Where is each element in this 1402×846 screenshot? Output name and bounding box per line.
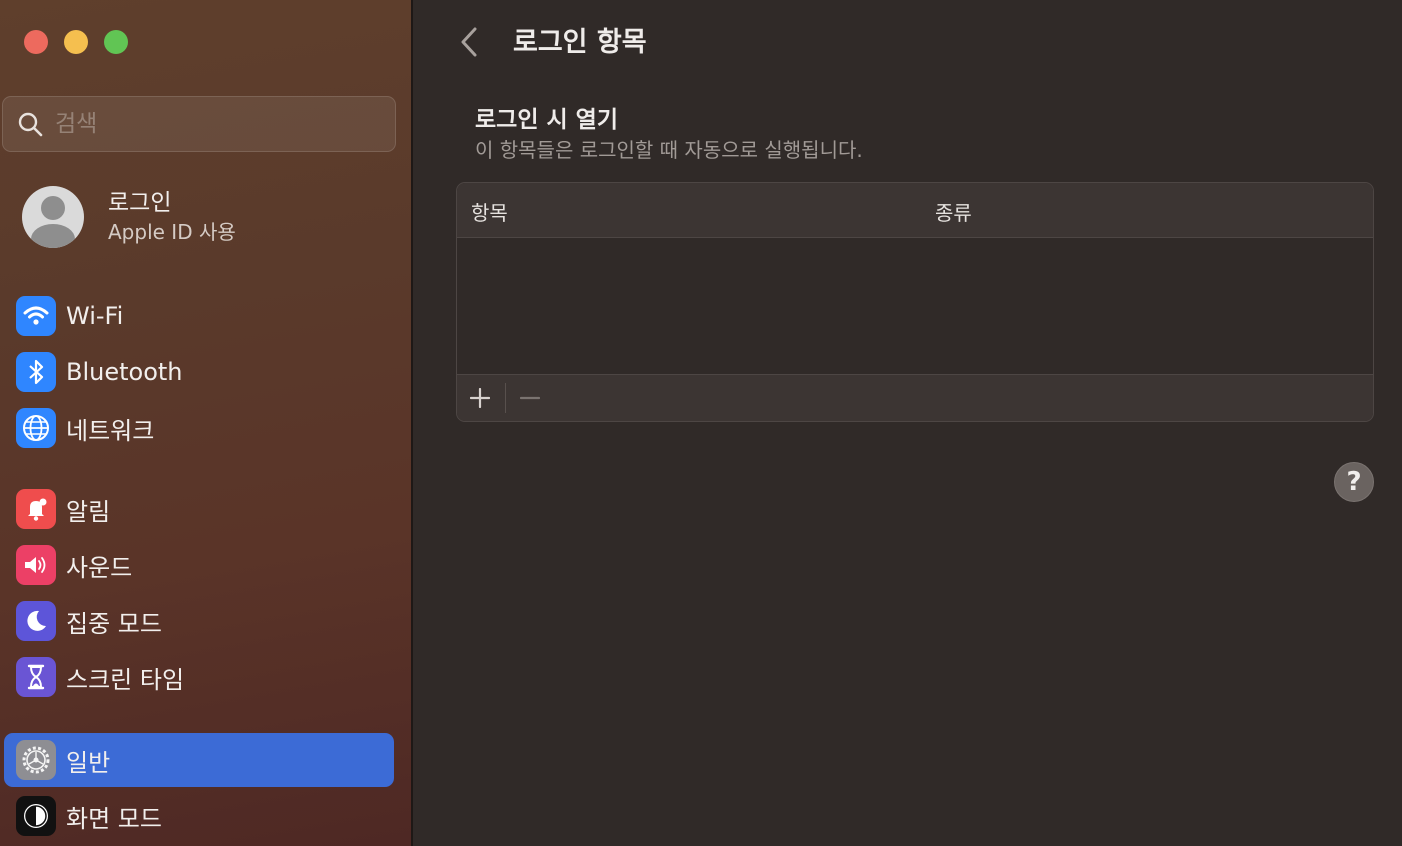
sidebar-item-screen-time[interactable]: 스크린 타임 bbox=[4, 650, 394, 704]
table-header: 항목 종류 bbox=[457, 183, 1373, 238]
sidebar-item-label: Bluetooth bbox=[66, 358, 183, 386]
moon-icon bbox=[16, 601, 56, 641]
sidebar-item-bluetooth[interactable]: Bluetooth bbox=[4, 345, 394, 399]
sidebar-item-label: 사운드 bbox=[66, 553, 133, 582]
section-description: 이 항목들은 로그인할 때 자동으로 실행됩니다. bbox=[475, 138, 863, 162]
chevron-left-icon bbox=[461, 27, 477, 57]
plus-icon bbox=[470, 388, 490, 408]
sidebar: 로그인 Apple ID 사용 Wi-Fi Bluetooth bbox=[0, 0, 413, 846]
search-input[interactable] bbox=[53, 110, 357, 138]
button-divider bbox=[505, 383, 506, 413]
search-field[interactable] bbox=[2, 96, 396, 152]
column-header-kind[interactable]: 종류 bbox=[935, 197, 972, 226]
page-title: 로그인 항목 bbox=[513, 27, 647, 58]
account-title: 로그인 bbox=[108, 190, 172, 216]
bluetooth-icon bbox=[16, 352, 56, 392]
column-header-item[interactable]: 항목 bbox=[471, 197, 508, 226]
login-items-table: 항목 종류 bbox=[456, 182, 1374, 422]
sidebar-item-label: 알림 bbox=[66, 497, 111, 526]
account-subtitle: Apple ID 사용 bbox=[108, 220, 236, 244]
sidebar-item-network[interactable]: 네트워크 bbox=[4, 401, 394, 455]
apple-id-account[interactable]: 로그인 Apple ID 사용 bbox=[22, 186, 236, 248]
globe-icon bbox=[16, 408, 56, 448]
section-title: 로그인 시 열기 bbox=[475, 107, 618, 133]
sidebar-item-label: Wi-Fi bbox=[66, 302, 124, 330]
speaker-icon bbox=[16, 545, 56, 585]
sidebar-item-label: 일반 bbox=[66, 748, 111, 777]
bell-icon bbox=[16, 489, 56, 529]
minimize-window-button[interactable] bbox=[64, 30, 88, 54]
sidebar-item-focus[interactable]: 집중 모드 bbox=[4, 594, 394, 648]
help-button[interactable]: ? bbox=[1334, 462, 1374, 502]
zoom-window-button[interactable] bbox=[104, 30, 128, 54]
sidebar-item-sound[interactable]: 사운드 bbox=[4, 538, 394, 592]
avatar bbox=[22, 186, 84, 248]
sidebar-item-label: 네트워크 bbox=[66, 416, 155, 445]
sidebar-item-label: 화면 모드 bbox=[66, 804, 162, 833]
sidebar-item-label: 스크린 타임 bbox=[66, 665, 185, 694]
hourglass-icon bbox=[16, 657, 56, 697]
back-button[interactable] bbox=[455, 22, 483, 62]
sidebar-item-notifications[interactable]: 알림 bbox=[4, 482, 394, 536]
sidebar-item-label: 집중 모드 bbox=[66, 609, 162, 638]
main-content: 로그인 항목 로그인 시 열기 이 항목들은 로그인할 때 자동으로 실행됩니다… bbox=[415, 0, 1402, 846]
sidebar-item-wifi[interactable]: Wi-Fi bbox=[4, 289, 394, 343]
table-footer bbox=[457, 374, 1373, 421]
close-window-button[interactable] bbox=[24, 30, 48, 54]
wifi-icon bbox=[16, 296, 56, 336]
search-icon bbox=[18, 112, 43, 137]
gear-icon bbox=[16, 740, 56, 780]
add-item-button[interactable] bbox=[457, 375, 503, 421]
appearance-icon bbox=[16, 796, 56, 836]
minus-icon bbox=[520, 396, 540, 400]
sidebar-item-appearance[interactable]: 화면 모드 bbox=[4, 789, 394, 843]
remove-item-button[interactable] bbox=[507, 375, 553, 421]
sidebar-item-general[interactable]: 일반 bbox=[4, 733, 394, 787]
